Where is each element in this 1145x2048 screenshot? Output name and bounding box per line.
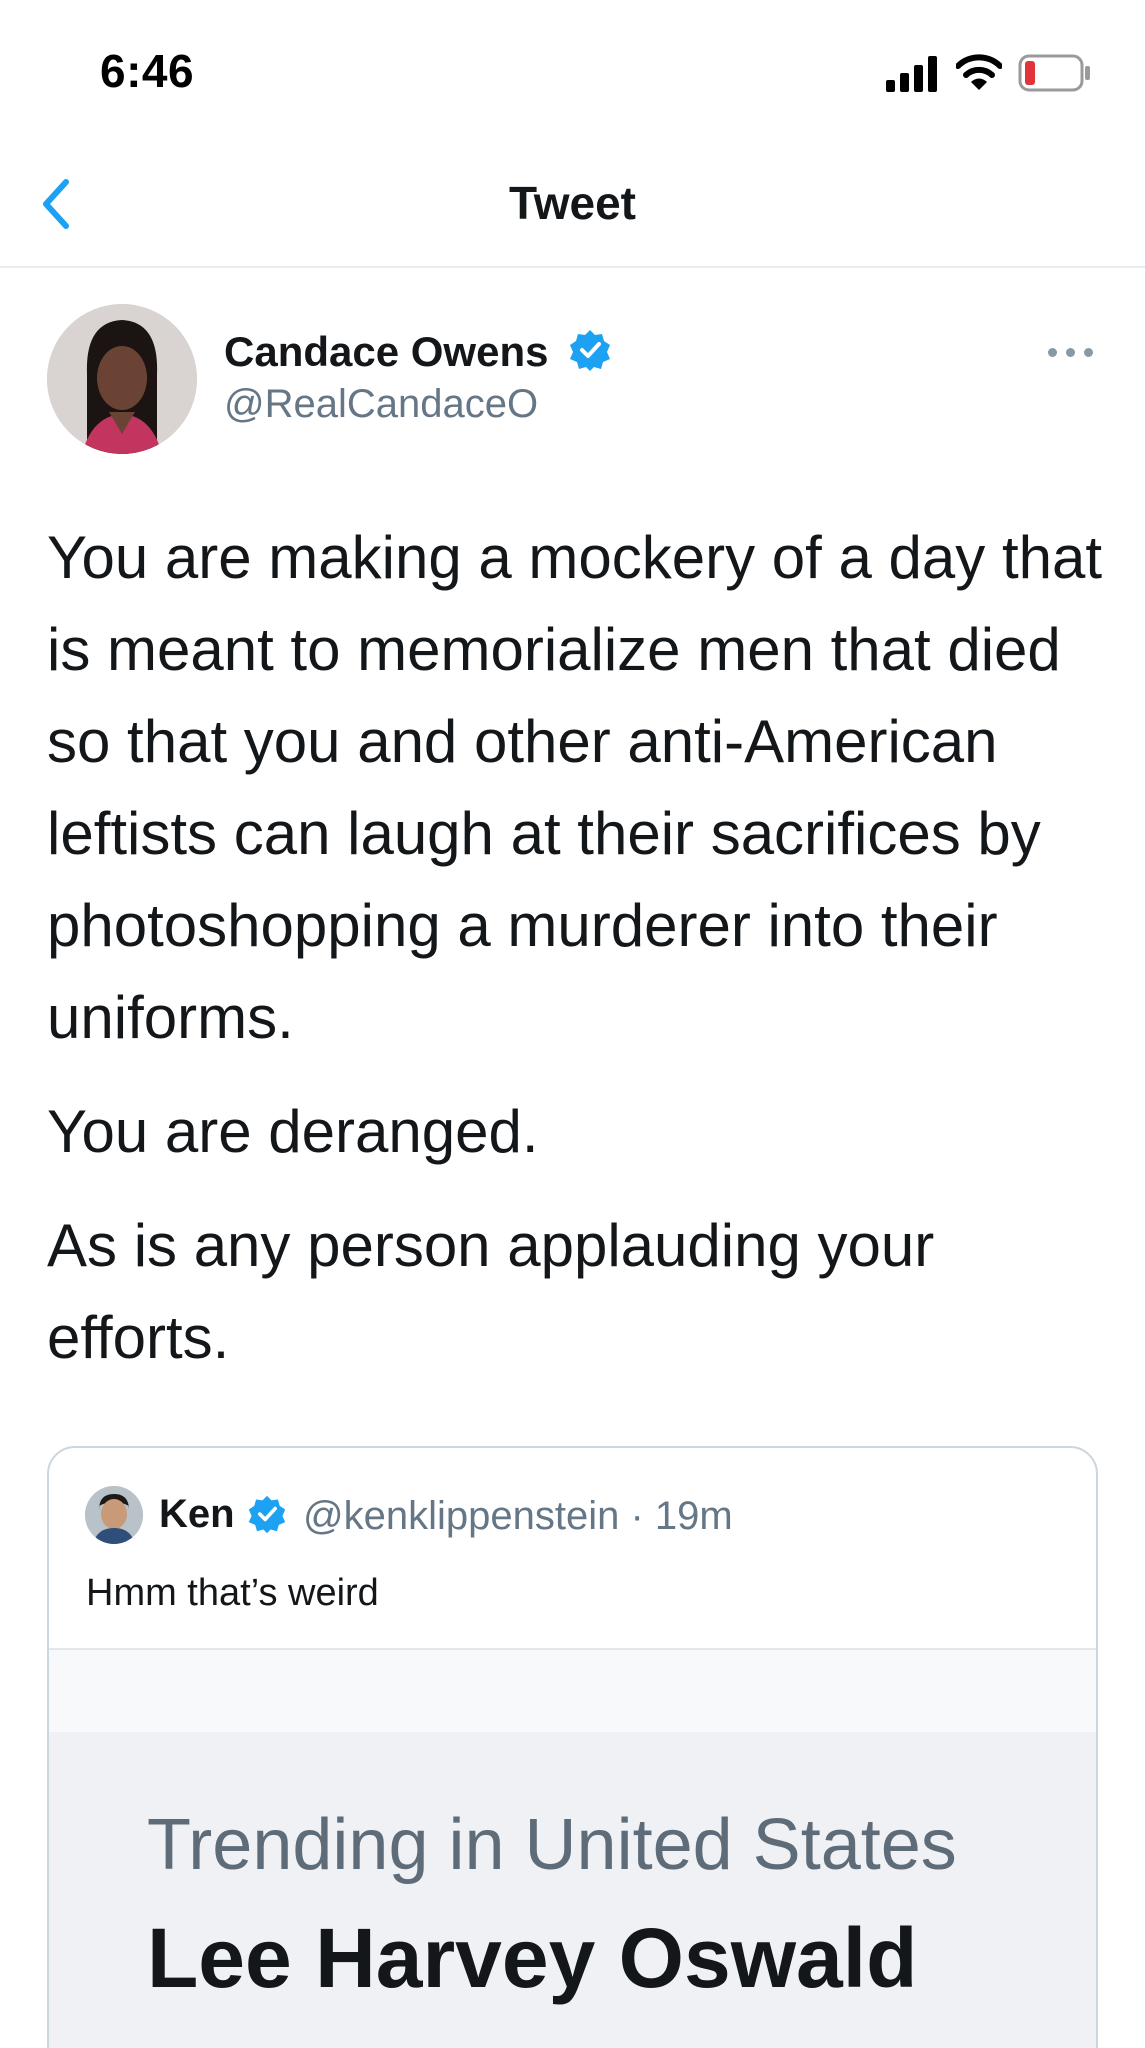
- nav-header: Tweet: [0, 140, 1145, 268]
- quoted-author-name: Ken: [159, 1492, 235, 1536]
- tweet-text: You are making a mockery of a day that i…: [47, 512, 1107, 1406]
- page-title: Tweet: [509, 177, 636, 229]
- verified-badge-icon: [248, 1495, 286, 1534]
- author-handle[interactable]: @RealCandaceO: [224, 382, 538, 427]
- verified-badge-icon: [570, 330, 610, 371]
- quoted-author-avatar: [85, 1486, 143, 1544]
- author-name[interactable]: Candace Owens: [224, 328, 548, 376]
- wifi-icon: [956, 54, 1002, 90]
- avatar-image: [47, 304, 197, 454]
- status-bar: 6:46: [0, 0, 1145, 140]
- tweet-paragraph: You are making a mockery of a day that i…: [47, 524, 1103, 1051]
- trending-topic: Lee Harvey Oswald: [147, 1911, 918, 2005]
- battery-icon: [1018, 54, 1090, 92]
- screen: 6:46 Tweet Candace Owens @RealCandaceO Y…: [0, 0, 1145, 2048]
- quoted-tweet-media[interactable]: Trending in United States Lee Harvey Osw…: [49, 1648, 1096, 2048]
- quoted-tweet-text: Hmm that’s weird: [86, 1572, 379, 1614]
- quoted-tweet-card[interactable]: Ken @kenklippenstein · 19m Hmm that’s we…: [47, 1446, 1098, 2048]
- cellular-signal-icon: [886, 56, 940, 92]
- quoted-author-handle: @kenklippenstein · 19m: [303, 1494, 733, 1538]
- trending-screenshot: Trending in United States Lee Harvey Osw…: [49, 1732, 1096, 2048]
- author-avatar[interactable]: [47, 304, 197, 454]
- more-options-icon[interactable]: [1048, 336, 1096, 366]
- status-time: 6:46: [100, 45, 195, 97]
- trending-label: Trending in United States: [147, 1805, 957, 1885]
- tweet-paragraph: As is any person applauding your efforts…: [47, 1212, 935, 1371]
- quoted-avatar-image: [85, 1486, 143, 1544]
- tweet-paragraph: You are deranged.: [47, 1098, 539, 1165]
